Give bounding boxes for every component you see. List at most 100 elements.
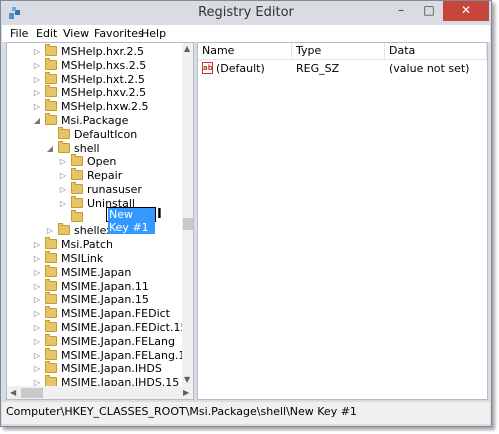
rename-key-text: New Key #1 [108, 208, 155, 234]
text-cursor-icon: I [157, 207, 162, 222]
scroll-left-arrow-icon[interactable]: ◀ [10, 388, 16, 397]
expand-arrow-icon[interactable]: ▷ [33, 266, 41, 280]
column-header-type[interactable]: Type [292, 43, 385, 59]
expand-arrow-icon[interactable]: ▷ [33, 280, 41, 294]
expand-arrow-icon[interactable]: ▷ [33, 349, 41, 363]
tree-node-label: MSIME.Japan.FELang [61, 334, 175, 348]
tree-vertical-scrollbar[interactable]: ▲ ▼ [182, 43, 193, 386]
folder-icon [45, 113, 57, 125]
expand-arrow-icon[interactable]: ▷ [33, 238, 41, 252]
folder-icon [45, 333, 57, 346]
menu-help[interactable]: Help [141, 27, 166, 40]
title-bar: Registry Editor – □ ✕ [1, 1, 491, 25]
tree-node-label: Repair [87, 169, 123, 183]
tree-node-label: MSIME.Japan.11 [61, 279, 149, 293]
close-button[interactable]: ✕ [443, 1, 489, 21]
value-name: (Default) [216, 62, 265, 75]
folder-icon [45, 44, 57, 56]
menu-file[interactable]: File [10, 27, 28, 40]
folder-icon [45, 57, 57, 70]
tree-node-label: shellex [74, 224, 113, 238]
scroll-up-arrow-icon[interactable]: ▲ [184, 44, 190, 53]
values-list-pane[interactable]: Name Type Data ab (Default) REG_SZ (valu… [197, 42, 488, 400]
tree-node-label: MSHelp.hxw.2.5 [61, 100, 149, 114]
folder-icon [58, 140, 70, 153]
expand-arrow-icon[interactable]: ▷ [33, 307, 41, 321]
scroll-down-arrow-icon[interactable]: ▼ [184, 375, 190, 384]
expand-arrow-icon[interactable]: ▷ [59, 155, 67, 169]
expand-arrow-icon[interactable]: ▷ [33, 86, 41, 100]
folder-icon [45, 278, 57, 291]
tree-node-label: MSHelp.hxr.2.5 [61, 45, 145, 58]
folder-icon [45, 237, 57, 250]
expand-arrow-icon[interactable]: ▷ [59, 183, 67, 197]
folder-icon [58, 223, 70, 236]
header-divider [198, 59, 487, 60]
tree-node-label: MSIME.Japan.15 [61, 293, 149, 307]
folder-icon [45, 292, 57, 305]
expand-arrow-icon[interactable]: ▷ [59, 197, 67, 211]
status-bar: Computer\HKEY_CLASSES_ROOT\Msi.Package\s… [2, 402, 490, 424]
expand-arrow-icon[interactable]: ▷ [33, 45, 41, 59]
rename-key-input[interactable]: New Key #1 [106, 207, 156, 234]
tree-node-label: MSHelp.hxs.2.5 [61, 58, 147, 72]
value-type: REG_SZ [296, 62, 340, 75]
collapse-arrow-icon[interactable]: ◢ [46, 142, 54, 156]
folder-icon [45, 251, 57, 263]
column-header-name[interactable]: Name [198, 43, 292, 59]
folder-icon [71, 209, 83, 222]
tree-node-label: MSIME.Japan.FELang.15 [61, 348, 193, 362]
tree-vertical-scroll-thumb[interactable] [183, 218, 193, 230]
string-value-icon: ab [202, 62, 213, 74]
expand-arrow-icon[interactable]: ▷ [59, 169, 67, 183]
tree-node-label: Msi.Package [61, 114, 129, 127]
tree-node-label: MSIME.Japan.FEDict [61, 307, 170, 321]
folder-icon [45, 264, 57, 277]
expand-arrow-icon[interactable]: ▷ [33, 73, 41, 87]
folder-icon [58, 126, 70, 139]
tree-node-label: Msi.Patch [61, 238, 113, 252]
tree-node-label: MSHelp.hxv.2.5 [61, 86, 147, 100]
status-path: Computer\HKEY_CLASSES_ROOT\Msi.Package\s… [6, 405, 357, 418]
collapse-arrow-icon[interactable]: ◢ [33, 114, 41, 128]
expand-arrow-icon[interactable]: ▷ [33, 252, 41, 266]
menu-favorites[interactable]: Favorites [94, 27, 144, 40]
folder-icon [45, 71, 57, 84]
folder-icon [45, 99, 57, 112]
tree-horizontal-scrollbar[interactable]: ◀ ▶ [7, 386, 193, 399]
tree-horizontal-scroll-thumb[interactable] [21, 388, 43, 398]
registry-tree-pane[interactable]: ▷ MSHelp.hxr.2.5 ▷ MSHelp.hxs.2.5 ▷ MSHelp.hx… [6, 42, 194, 400]
registry-editor-window: Registry Editor – □ ✕ File Edit View Fav… [0, 0, 492, 427]
expand-arrow-icon[interactable]: ▷ [33, 100, 41, 114]
tree-node-label: MSIME.Japan [61, 265, 132, 279]
tree-node-label: shell [74, 141, 100, 155]
folder-icon [45, 306, 57, 319]
column-header-data[interactable]: Data [385, 43, 487, 59]
expand-arrow-icon[interactable]: ▷ [33, 335, 41, 349]
folder-icon [71, 154, 83, 167]
expand-arrow-icon[interactable]: ▷ [33, 59, 41, 73]
tree-node-label: MSIME.Japan.FEDict.15 [61, 321, 188, 334]
expand-arrow-icon[interactable]: ▷ [33, 321, 41, 335]
folder-icon [45, 347, 57, 360]
tree-node-label: MSILink [61, 252, 104, 265]
tree-node-label: DefaultIcon [74, 127, 138, 141]
value-data: (value not set) [389, 62, 470, 75]
menu-bar: File Edit View Favorites Help [2, 25, 490, 42]
expand-arrow-icon[interactable]: ▷ [33, 362, 41, 376]
tree-node-label: runasuser [87, 183, 142, 196]
folder-icon [45, 85, 57, 98]
folder-icon [45, 320, 57, 332]
tree-node-label: Open [87, 155, 117, 169]
menu-view[interactable]: View [63, 27, 89, 40]
minimize-button[interactable]: – [387, 1, 415, 21]
scroll-right-arrow-icon[interactable]: ▶ [183, 388, 189, 397]
menu-edit[interactable]: Edit [36, 27, 57, 40]
maximize-button[interactable]: □ [415, 1, 443, 21]
folder-icon [71, 168, 83, 181]
expand-arrow-icon[interactable]: ▷ [33, 293, 41, 307]
value-row[interactable]: ab (Default) REG_SZ (value not set) [198, 62, 487, 76]
folder-icon [45, 361, 57, 374]
folder-icon [71, 195, 83, 208]
tree-node-label: MSIME.Japan.IHDS [61, 362, 162, 376]
